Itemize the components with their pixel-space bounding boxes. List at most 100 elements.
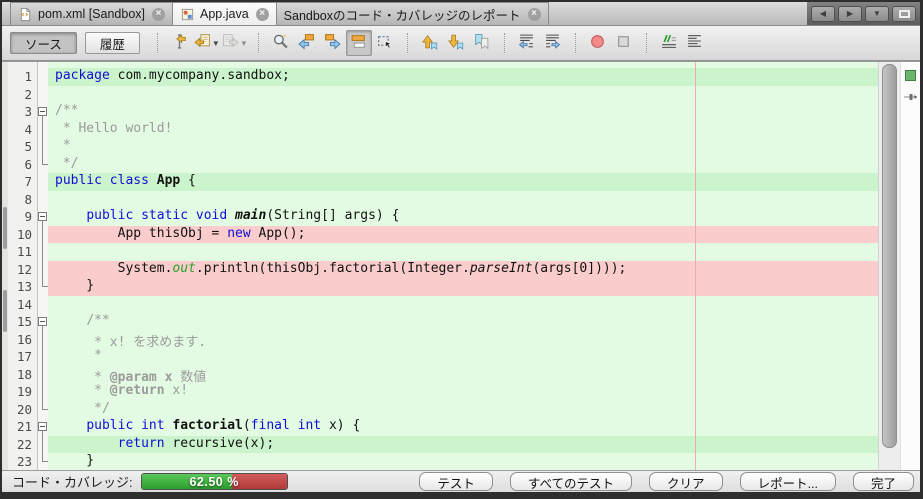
scrollbar-thumb[interactable] (882, 64, 897, 448)
fold-collapse-icon[interactable] (38, 317, 47, 326)
dropdown-caret-icon[interactable]: ▼ (212, 39, 220, 48)
code-line[interactable]: * @param x 数値 (48, 366, 878, 384)
code-line[interactable]: /** (48, 103, 878, 121)
fold-guide-line (42, 116, 43, 165)
toggle-highlight-occurrences-button[interactable] (346, 30, 372, 56)
next-occurrence-button[interactable] (320, 30, 346, 56)
code-line[interactable]: * x! を求めます. (48, 331, 878, 349)
previous-bookmark-button[interactable] (417, 30, 443, 56)
code-line[interactable] (48, 296, 878, 314)
rectangular-selection-button[interactable] (372, 30, 398, 56)
editor-toolbar: ソース 履歴 ▼ ▼ (2, 26, 920, 61)
scroll-tabs-left-button[interactable]: ◀ (811, 6, 835, 22)
fold-guide-line (42, 431, 43, 462)
code-line[interactable]: */ (48, 401, 878, 419)
maximize-window-button[interactable] (892, 6, 916, 22)
code-line[interactable]: * @return x! (48, 383, 878, 401)
record-macro-button[interactable] (585, 30, 611, 56)
fold-collapse-icon[interactable] (38, 422, 47, 431)
done-button[interactable]: 完了 (853, 472, 914, 491)
document-tab[interactable]: pom.xml [Sandbox] × (10, 2, 173, 25)
shift-line-right-button[interactable] (540, 30, 566, 56)
dropdown-caret-icon[interactable]: ▼ (240, 39, 248, 48)
shift-line-right-icon (544, 33, 561, 53)
line-number: 13 (8, 278, 37, 296)
code-token: App thisObj = (55, 226, 227, 241)
tab-label: pom.xml [Sandbox] (38, 7, 145, 21)
code-line[interactable]: * (48, 138, 878, 156)
code-text-area[interactable]: package com.mycompany.sandbox; /** * Hell… (48, 62, 878, 470)
code-line[interactable]: public class App { (48, 173, 878, 191)
find-selection-button[interactable] (268, 30, 294, 56)
code-token: parseInt (470, 261, 533, 276)
toggle-bookmark-button[interactable] (469, 30, 495, 56)
code-line[interactable] (48, 86, 878, 104)
code-line[interactable]: App thisObj = new App(); (48, 226, 878, 244)
next-bookmark-button[interactable] (443, 30, 469, 56)
code-token: final int (251, 418, 321, 433)
code-token: System. (55, 261, 172, 276)
code-fold-column[interactable] (38, 62, 48, 470)
toolbar-separator (157, 33, 158, 53)
splitter-handle[interactable] (3, 290, 7, 332)
tab-close-icon[interactable]: × (528, 8, 541, 21)
line-number: 3 (8, 103, 37, 121)
all-tests-button[interactable]: すべてのテスト (510, 472, 632, 491)
forward-button[interactable]: ▼ (221, 30, 249, 56)
code-token: public int (86, 418, 172, 433)
code-token: { (180, 173, 196, 188)
document-tab[interactable]: App.java× (173, 2, 277, 25)
code-line[interactable]: } (48, 278, 878, 296)
back-button[interactable]: ▼ (193, 30, 221, 56)
comment-lines-button[interactable] (656, 30, 682, 56)
code-token: x! (165, 383, 188, 398)
line-number: 2 (8, 86, 37, 104)
code-token: ( (243, 418, 251, 433)
code-token: * (55, 383, 110, 398)
code-line[interactable]: /** (48, 313, 878, 331)
code-line[interactable]: } (48, 453, 878, 470)
line-number: 7 (8, 173, 37, 191)
stop-macro-button[interactable] (611, 30, 637, 56)
line-number: 5 (8, 138, 37, 156)
line-number: 20 (8, 401, 37, 419)
line-number: 16 (8, 331, 37, 349)
report-button[interactable]: レポート... (740, 472, 836, 491)
code-line[interactable]: return recursive(x); (48, 436, 878, 454)
code-line[interactable] (48, 243, 878, 261)
code-line[interactable]: System.out.println(thisObj.factorial(Int… (48, 261, 878, 279)
code-line[interactable] (48, 191, 878, 209)
code-line[interactable]: */ (48, 156, 878, 174)
splitter-handle[interactable] (3, 207, 7, 249)
fold-collapse-icon[interactable] (38, 107, 47, 116)
fold-collapse-icon[interactable] (38, 212, 47, 221)
test-button[interactable]: テスト (419, 472, 493, 491)
source-view-button[interactable]: ソース (10, 32, 77, 54)
history-view-button[interactable]: 履歴 (85, 32, 140, 54)
code-editor[interactable]: 123456789101112131415161718192021222324 … (2, 61, 920, 470)
code-line[interactable]: * (48, 348, 878, 366)
previous-occurrence-icon (298, 33, 315, 53)
code-line[interactable]: public static void main(String[] args) { (48, 208, 878, 226)
scroll-tabs-right-button[interactable]: ▶ (838, 6, 862, 22)
tab-label: Sandboxのコード・カバレッジのレポート (284, 5, 521, 24)
code-line[interactable]: package com.mycompany.sandbox; (48, 68, 878, 86)
line-number: 8 (8, 191, 37, 209)
uncomment-lines-button[interactable] (682, 30, 708, 56)
line-number: 12 (8, 261, 37, 279)
tab-close-icon[interactable]: × (152, 8, 165, 21)
code-token: public static void (86, 208, 235, 223)
code-line[interactable]: public int factorial(final int x) { (48, 418, 878, 436)
tab-list-button[interactable]: ▼ (865, 6, 889, 22)
tab-close-icon[interactable]: × (256, 8, 269, 21)
annotations-slider-icon[interactable] (904, 89, 918, 107)
document-tab[interactable]: Sandboxのコード・カバレッジのレポート × (277, 2, 549, 25)
shift-line-left-button[interactable] (514, 30, 540, 56)
code-token: new (227, 226, 250, 241)
vertical-scrollbar[interactable] (878, 62, 900, 470)
no-errors-badge-icon[interactable] (905, 70, 916, 81)
previous-occurrence-button[interactable] (294, 30, 320, 56)
code-line[interactable]: * Hello world! (48, 121, 878, 139)
last-edit-location-button[interactable] (167, 30, 193, 56)
clear-button[interactable]: クリア (649, 472, 723, 491)
